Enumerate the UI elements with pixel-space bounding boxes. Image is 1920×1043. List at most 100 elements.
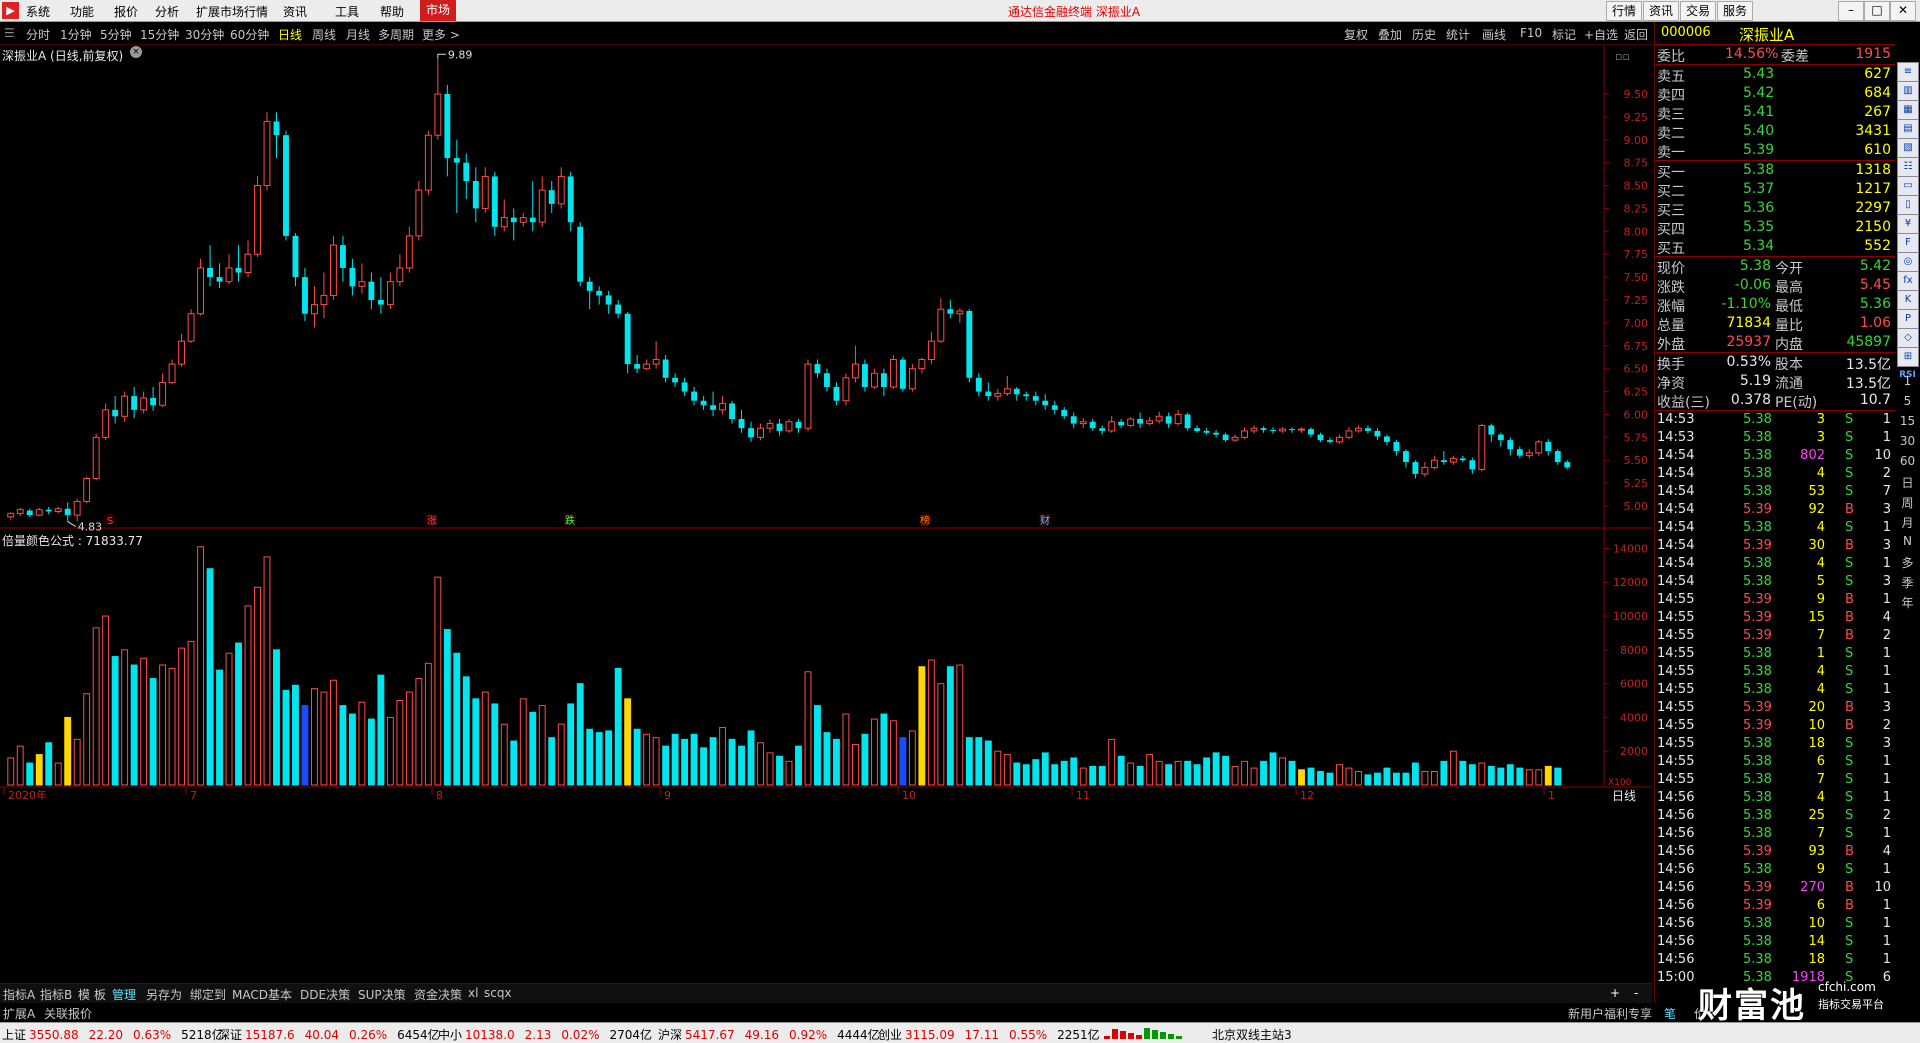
menu-item-6[interactable]: 工具 <box>335 3 359 20</box>
event-marker-ev3[interactable]: 榜 <box>919 514 931 527</box>
period-shortcut-7[interactable]: 月 <box>1895 514 1920 531</box>
menu-item-7[interactable]: 帮助 <box>380 3 404 20</box>
indicator-tab-3[interactable]: 管理 <box>112 986 136 1003</box>
chart-tool-button-1[interactable]: 叠加 <box>1378 26 1402 43</box>
chart-tool-button-3[interactable]: 统计 <box>1446 26 1470 43</box>
ft-icon[interactable]: ◇ <box>1897 328 1919 348</box>
menu-item-4[interactable]: 扩展市场行情 <box>196 3 268 20</box>
ask-row[interactable]: 卖二 5.40 3431 <box>1655 122 1895 142</box>
chart-tool-button-5[interactable]: F10 <box>1520 26 1542 40</box>
period-shortcut-8[interactable]: N <box>1895 534 1920 548</box>
menu-item-1[interactable]: 功能 <box>70 3 94 20</box>
minimize-icon[interactable]: – <box>1838 1 1864 21</box>
period-tab-3[interactable]: 15分钟 <box>140 26 179 43</box>
chart3-icon[interactable]: ▧ <box>1897 138 1919 158</box>
indicator-tab-5[interactable]: 绑定到 <box>190 986 226 1003</box>
chart-tool-button-0[interactable]: 复权 <box>1344 26 1368 43</box>
indicator-tab-10[interactable]: xl <box>468 986 478 1000</box>
close-indicator-icon[interactable]: × <box>130 46 142 58</box>
period-shortcut-4[interactable]: 60 <box>1895 454 1920 468</box>
grid-toggle-icon[interactable]: ☰ <box>4 26 15 40</box>
menu-right-button-3[interactable]: 服务 <box>1717 1 1754 21</box>
indicator-tab-7[interactable]: DDE决策 <box>300 986 350 1003</box>
indicator-tab-11[interactable]: scqx <box>484 986 512 1000</box>
grid-icon[interactable]: ▦ <box>1897 100 1919 120</box>
period-shortcut-10[interactable]: 季 <box>1895 574 1920 591</box>
ask-row[interactable]: 卖三 5.41 267 <box>1655 103 1895 123</box>
chart-settings-icon[interactable]: ▫▫ <box>1615 50 1630 63</box>
market-tab[interactable]: 市场 <box>420 0 457 21</box>
zoom-out-button[interactable]: - <box>1634 986 1638 1000</box>
period-shortcut-11[interactable]: 年 <box>1895 594 1920 611</box>
kline-svg[interactable]: 5.00 5.25 5.50 5.75 6.00 6.25 6.50 6.75 7.00 7.25… <box>0 45 1652 985</box>
period-shortcut-0[interactable]: 1 <box>1895 374 1920 388</box>
ask-row[interactable]: 卖五 5.43 627 <box>1655 65 1895 85</box>
menu-item-5[interactable]: 资讯 <box>283 3 307 20</box>
ask-row[interactable]: 卖一 5.39 610 <box>1655 141 1895 161</box>
menu-right-button-2[interactable]: 交易 <box>1680 1 1717 21</box>
index-quote-4[interactable]: 创业 3115.09 17.11 0.55% 2251亿 <box>878 1026 1100 1043</box>
chart-icon[interactable]: ▥ <box>1897 81 1919 101</box>
promo-link[interactable]: 新用户福利专享 <box>1568 1005 1652 1022</box>
period-shortcut-9[interactable]: 多 <box>1895 554 1920 571</box>
ext-tab-1[interactable]: 关联报价 <box>44 1005 92 1022</box>
period-tab-4[interactable]: 30分钟 <box>185 26 224 43</box>
bid-row[interactable]: 买一 5.38 1318 <box>1655 161 1895 181</box>
eq-icon[interactable]: ⊞ <box>1897 347 1919 367</box>
period-shortcut-3[interactable]: 30 <box>1895 434 1920 448</box>
event-marker-ev2[interactable]: 跌 <box>564 514 576 527</box>
menu-item-0[interactable]: 系统 <box>26 3 50 20</box>
period-tab-10[interactable]: 更多 > <box>422 26 460 43</box>
list-icon[interactable]: ☷ <box>1897 157 1919 177</box>
f-icon[interactable]: F <box>1897 233 1919 253</box>
kx-icon[interactable]: K <box>1897 290 1919 310</box>
period-tab-7[interactable]: 周线 <box>312 26 336 43</box>
indicator-tab-1[interactable]: 指标B <box>40 986 72 1003</box>
index-quote-0[interactable]: 上证 3550.88 22.20 0.63% 5218亿 <box>2 1026 224 1043</box>
server-name[interactable]: 北京双线主站3 <box>1212 1026 1292 1043</box>
period-tab-5[interactable]: 60分钟 <box>230 26 269 43</box>
bid-row[interactable]: 买五 5.34 552 <box>1655 237 1895 257</box>
event-marker-S[interactable]: S <box>104 514 116 527</box>
ask-row[interactable]: 卖四 5.42 684 <box>1655 84 1895 104</box>
bid-row[interactable]: 买四 5.35 2150 <box>1655 218 1895 238</box>
period-shortcut-5[interactable]: 日 <box>1895 474 1920 491</box>
period-tab-0[interactable]: 分时 <box>26 26 50 43</box>
tick-tab-bi[interactable]: 笔 <box>1664 1005 1676 1022</box>
chart-tool-button-6[interactable]: 标记 <box>1552 26 1576 43</box>
period-tab-8[interactable]: 月线 <box>346 26 370 43</box>
period-tab-2[interactable]: 5分钟 <box>100 26 132 43</box>
indicator-tab-2[interactable]: 模 板 <box>78 986 106 1003</box>
period-shortcut-1[interactable]: 5 <box>1895 394 1920 408</box>
bid-row[interactable]: 买二 5.37 1217 <box>1655 180 1895 200</box>
period-shortcut-6[interactable]: 周 <box>1895 494 1920 511</box>
menu-right-button-0[interactable]: 行情 <box>1606 1 1643 21</box>
chart-tool-button-7[interactable]: +自选 <box>1584 26 1618 43</box>
doc2-icon[interactable]: ▯ <box>1897 195 1919 215</box>
indicator-tab-8[interactable]: SUP决策 <box>358 986 406 1003</box>
maximize-icon[interactable]: □ <box>1864 1 1890 21</box>
indicator-tab-4[interactable]: 另存为 <box>146 986 182 1003</box>
menu-item-2[interactable]: 报价 <box>114 3 138 20</box>
kline-chart-area[interactable]: 5.00 5.25 5.50 5.75 6.00 6.25 6.50 6.75 7.00 7.25… <box>0 45 1652 985</box>
ext-tab-0[interactable]: 扩展A <box>3 1005 35 1022</box>
index-quote-1[interactable]: 深证 15187.6 40.04 0.26% 6454亿 <box>218 1026 440 1043</box>
menu-right-button-1[interactable]: 资讯 <box>1643 1 1680 21</box>
indicator-tab-6[interactable]: MACD基本 <box>232 986 292 1003</box>
chart-tool-button-2[interactable]: 历史 <box>1412 26 1436 43</box>
lines-icon[interactable]: ≡ <box>1897 62 1919 82</box>
chart-tool-button-4[interactable]: 画线 <box>1482 26 1506 43</box>
fund-icon[interactable]: ◎ <box>1897 252 1919 272</box>
period-tab-6[interactable]: 日线 <box>278 26 302 43</box>
period-shortcut-2[interactable]: 15 <box>1895 414 1920 428</box>
indicator-tab-0[interactable]: 指标A <box>3 986 35 1003</box>
bid-row[interactable]: 买三 5.36 2297 <box>1655 199 1895 219</box>
period-tab-1[interactable]: 1分钟 <box>60 26 92 43</box>
zoom-in-button[interactable]: + <box>1610 986 1620 1000</box>
menu-item-3[interactable]: 分析 <box>155 3 179 20</box>
index-quote-2[interactable]: 中小 10138.0 2.13 0.02% 2704亿 <box>438 1026 652 1043</box>
period-tab-9[interactable]: 多周期 <box>378 26 414 43</box>
indicator-tab-9[interactable]: 资金决策 <box>414 986 462 1003</box>
app-logo-icon[interactable]: ▶ <box>2 2 19 19</box>
pe-icon[interactable]: P <box>1897 309 1919 329</box>
